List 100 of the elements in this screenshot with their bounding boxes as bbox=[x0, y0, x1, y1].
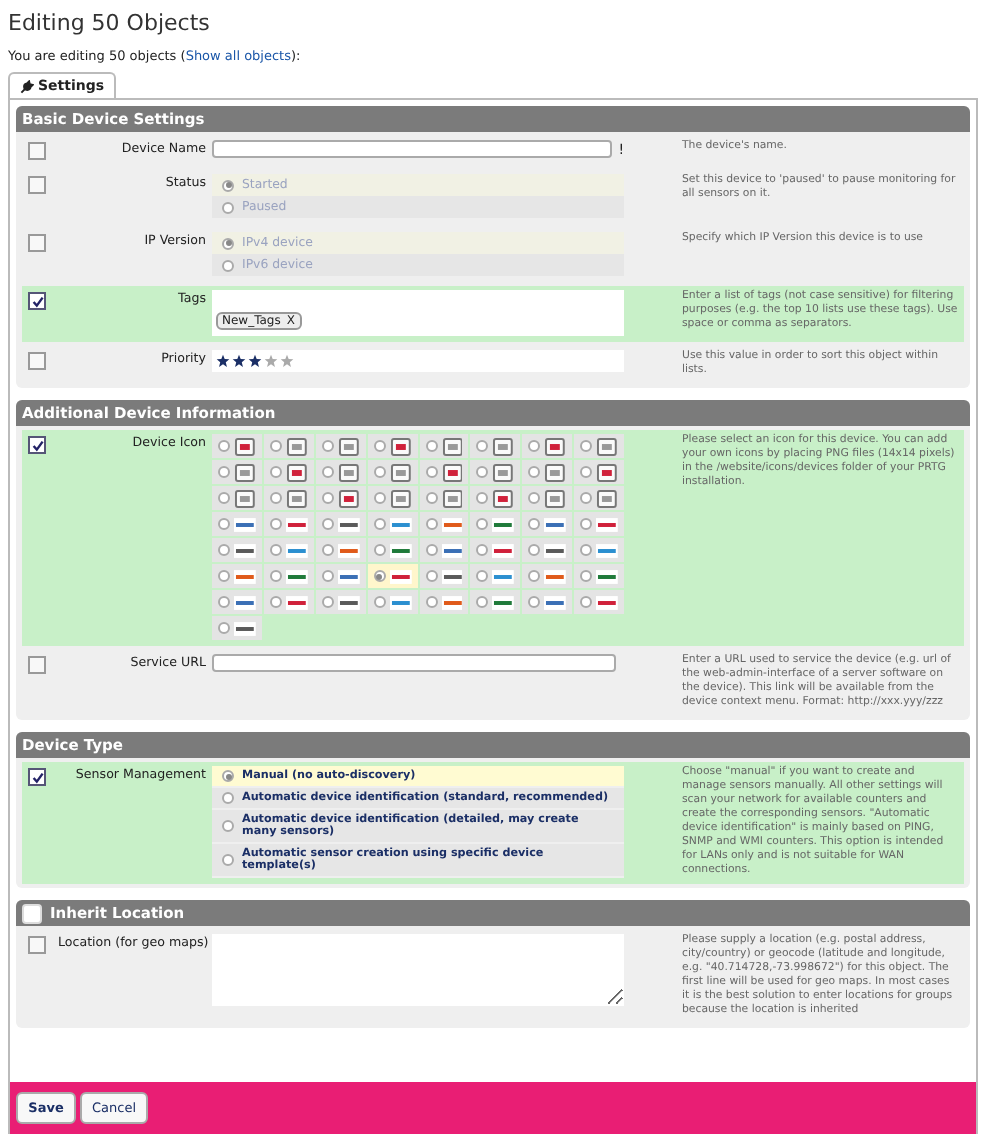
row-checkbox[interactable] bbox=[28, 436, 46, 454]
icon-radio-button[interactable] bbox=[321, 466, 334, 478]
icon-radio-button[interactable] bbox=[373, 466, 386, 478]
row-checkbox[interactable] bbox=[28, 936, 46, 954]
icon-radio-button[interactable] bbox=[269, 544, 282, 556]
text-field[interactable] bbox=[212, 654, 616, 672]
icon-radio-button[interactable] bbox=[476, 440, 489, 452]
icon-radio-button[interactable] bbox=[425, 518, 437, 530]
device-icon bbox=[389, 489, 411, 507]
radio-button[interactable] bbox=[222, 237, 234, 249]
icon-radio-button[interactable] bbox=[321, 596, 334, 608]
star-icon[interactable] bbox=[280, 354, 294, 368]
icon-radio-button[interactable] bbox=[425, 440, 437, 452]
icon-radio-button[interactable] bbox=[321, 440, 334, 452]
star-icon[interactable] bbox=[216, 354, 230, 368]
priority-stars[interactable] bbox=[212, 350, 624, 372]
row-checkbox[interactable] bbox=[28, 768, 46, 786]
icon-radio-button[interactable] bbox=[528, 466, 541, 478]
icon-radio-button[interactable] bbox=[580, 440, 593, 452]
radio-button[interactable] bbox=[222, 201, 234, 213]
star-icon[interactable] bbox=[264, 354, 278, 368]
icon-radio-button[interactable] bbox=[580, 544, 593, 556]
icon-radio-button[interactable] bbox=[321, 518, 334, 530]
icon-radio-button[interactable] bbox=[476, 518, 489, 530]
icon-radio-button[interactable] bbox=[269, 570, 282, 582]
row-checkbox[interactable] bbox=[28, 176, 46, 194]
section-checkbox[interactable] bbox=[22, 903, 42, 923]
row-checkbox[interactable] bbox=[28, 234, 46, 252]
icon-radio-button[interactable] bbox=[476, 544, 489, 556]
location-field[interactable] bbox=[212, 934, 624, 1006]
icon-radio-button[interactable] bbox=[218, 622, 230, 634]
radio-button[interactable] bbox=[222, 854, 234, 866]
icon-radio-button[interactable] bbox=[269, 440, 282, 452]
icon-radio-button[interactable] bbox=[425, 492, 437, 504]
icon-radio-button[interactable] bbox=[269, 492, 282, 504]
icon-radio-button[interactable] bbox=[528, 570, 541, 582]
icon-radio-button[interactable] bbox=[218, 570, 230, 582]
icon-radio-button[interactable] bbox=[425, 596, 437, 608]
icon-radio-button[interactable] bbox=[580, 492, 593, 504]
device-icon bbox=[596, 463, 618, 481]
icon-radio-button[interactable] bbox=[218, 544, 230, 556]
icon-radio-button[interactable] bbox=[580, 570, 593, 582]
star-icon[interactable] bbox=[232, 354, 246, 368]
icon-radio-button[interactable] bbox=[373, 440, 386, 452]
icon-radio-button[interactable] bbox=[321, 570, 334, 582]
star-icon[interactable] bbox=[248, 354, 262, 368]
row-checkbox[interactable] bbox=[28, 292, 46, 310]
row-checkbox[interactable] bbox=[28, 656, 46, 674]
icon-radio-button[interactable] bbox=[476, 492, 489, 504]
icon-radio-button[interactable] bbox=[373, 570, 386, 582]
radio-button[interactable] bbox=[222, 259, 234, 271]
radio-button[interactable] bbox=[222, 792, 234, 804]
icon-radio-button[interactable] bbox=[373, 596, 386, 608]
device-icon bbox=[285, 489, 308, 507]
icon-radio-button[interactable] bbox=[476, 570, 489, 582]
icon-radio-button[interactable] bbox=[269, 466, 282, 478]
icon-radio-button[interactable] bbox=[321, 492, 334, 504]
device-icon bbox=[544, 515, 567, 533]
row-checkbox[interactable] bbox=[28, 142, 46, 160]
page-title: Editing 50 Objects bbox=[6, 8, 212, 36]
device-icon bbox=[492, 593, 515, 611]
icon-radio-button[interactable] bbox=[321, 544, 334, 556]
icon-radio-button[interactable] bbox=[528, 492, 541, 504]
icon-radio-button[interactable] bbox=[218, 466, 230, 478]
icon-radio-button[interactable] bbox=[218, 492, 230, 504]
device-icon bbox=[441, 567, 463, 585]
device-icon bbox=[389, 437, 411, 455]
icon-radio-button[interactable] bbox=[373, 544, 386, 556]
device-icon bbox=[492, 541, 515, 559]
text-field[interactable] bbox=[212, 140, 613, 158]
device-icon bbox=[441, 437, 463, 455]
device-icon bbox=[234, 619, 256, 637]
icon-radio-button[interactable] bbox=[373, 492, 386, 504]
device-icon bbox=[544, 593, 567, 611]
icon-radio-button[interactable] bbox=[580, 596, 593, 608]
icon-radio-button[interactable] bbox=[425, 544, 437, 556]
icon-radio-button[interactable] bbox=[580, 518, 593, 530]
icon-radio-button[interactable] bbox=[425, 570, 437, 582]
device-icon bbox=[234, 463, 256, 481]
icon-radio-button[interactable] bbox=[528, 518, 541, 530]
icon-radio-button[interactable] bbox=[218, 596, 230, 608]
icon-radio-button[interactable] bbox=[476, 596, 489, 608]
icon-radio-button[interactable] bbox=[269, 596, 282, 608]
icon-radio-button[interactable] bbox=[425, 466, 437, 478]
radio-button[interactable] bbox=[222, 179, 234, 191]
icon-radio-button[interactable] bbox=[373, 518, 386, 530]
row-checkbox[interactable] bbox=[28, 352, 46, 370]
device-icon bbox=[285, 515, 308, 533]
radio-button[interactable] bbox=[222, 820, 234, 832]
icon-radio-button[interactable] bbox=[528, 544, 541, 556]
radio-button[interactable] bbox=[222, 770, 234, 782]
icon-radio-button[interactable] bbox=[580, 466, 593, 478]
icon-radio-button[interactable] bbox=[528, 596, 541, 608]
icon-radio-button[interactable] bbox=[269, 518, 282, 530]
device-icon bbox=[234, 593, 256, 611]
icon-radio-button[interactable] bbox=[218, 440, 230, 452]
device-icon bbox=[544, 463, 567, 481]
icon-radio-button[interactable] bbox=[528, 440, 541, 452]
icon-radio-button[interactable] bbox=[218, 518, 230, 530]
icon-radio-button[interactable] bbox=[476, 466, 489, 478]
